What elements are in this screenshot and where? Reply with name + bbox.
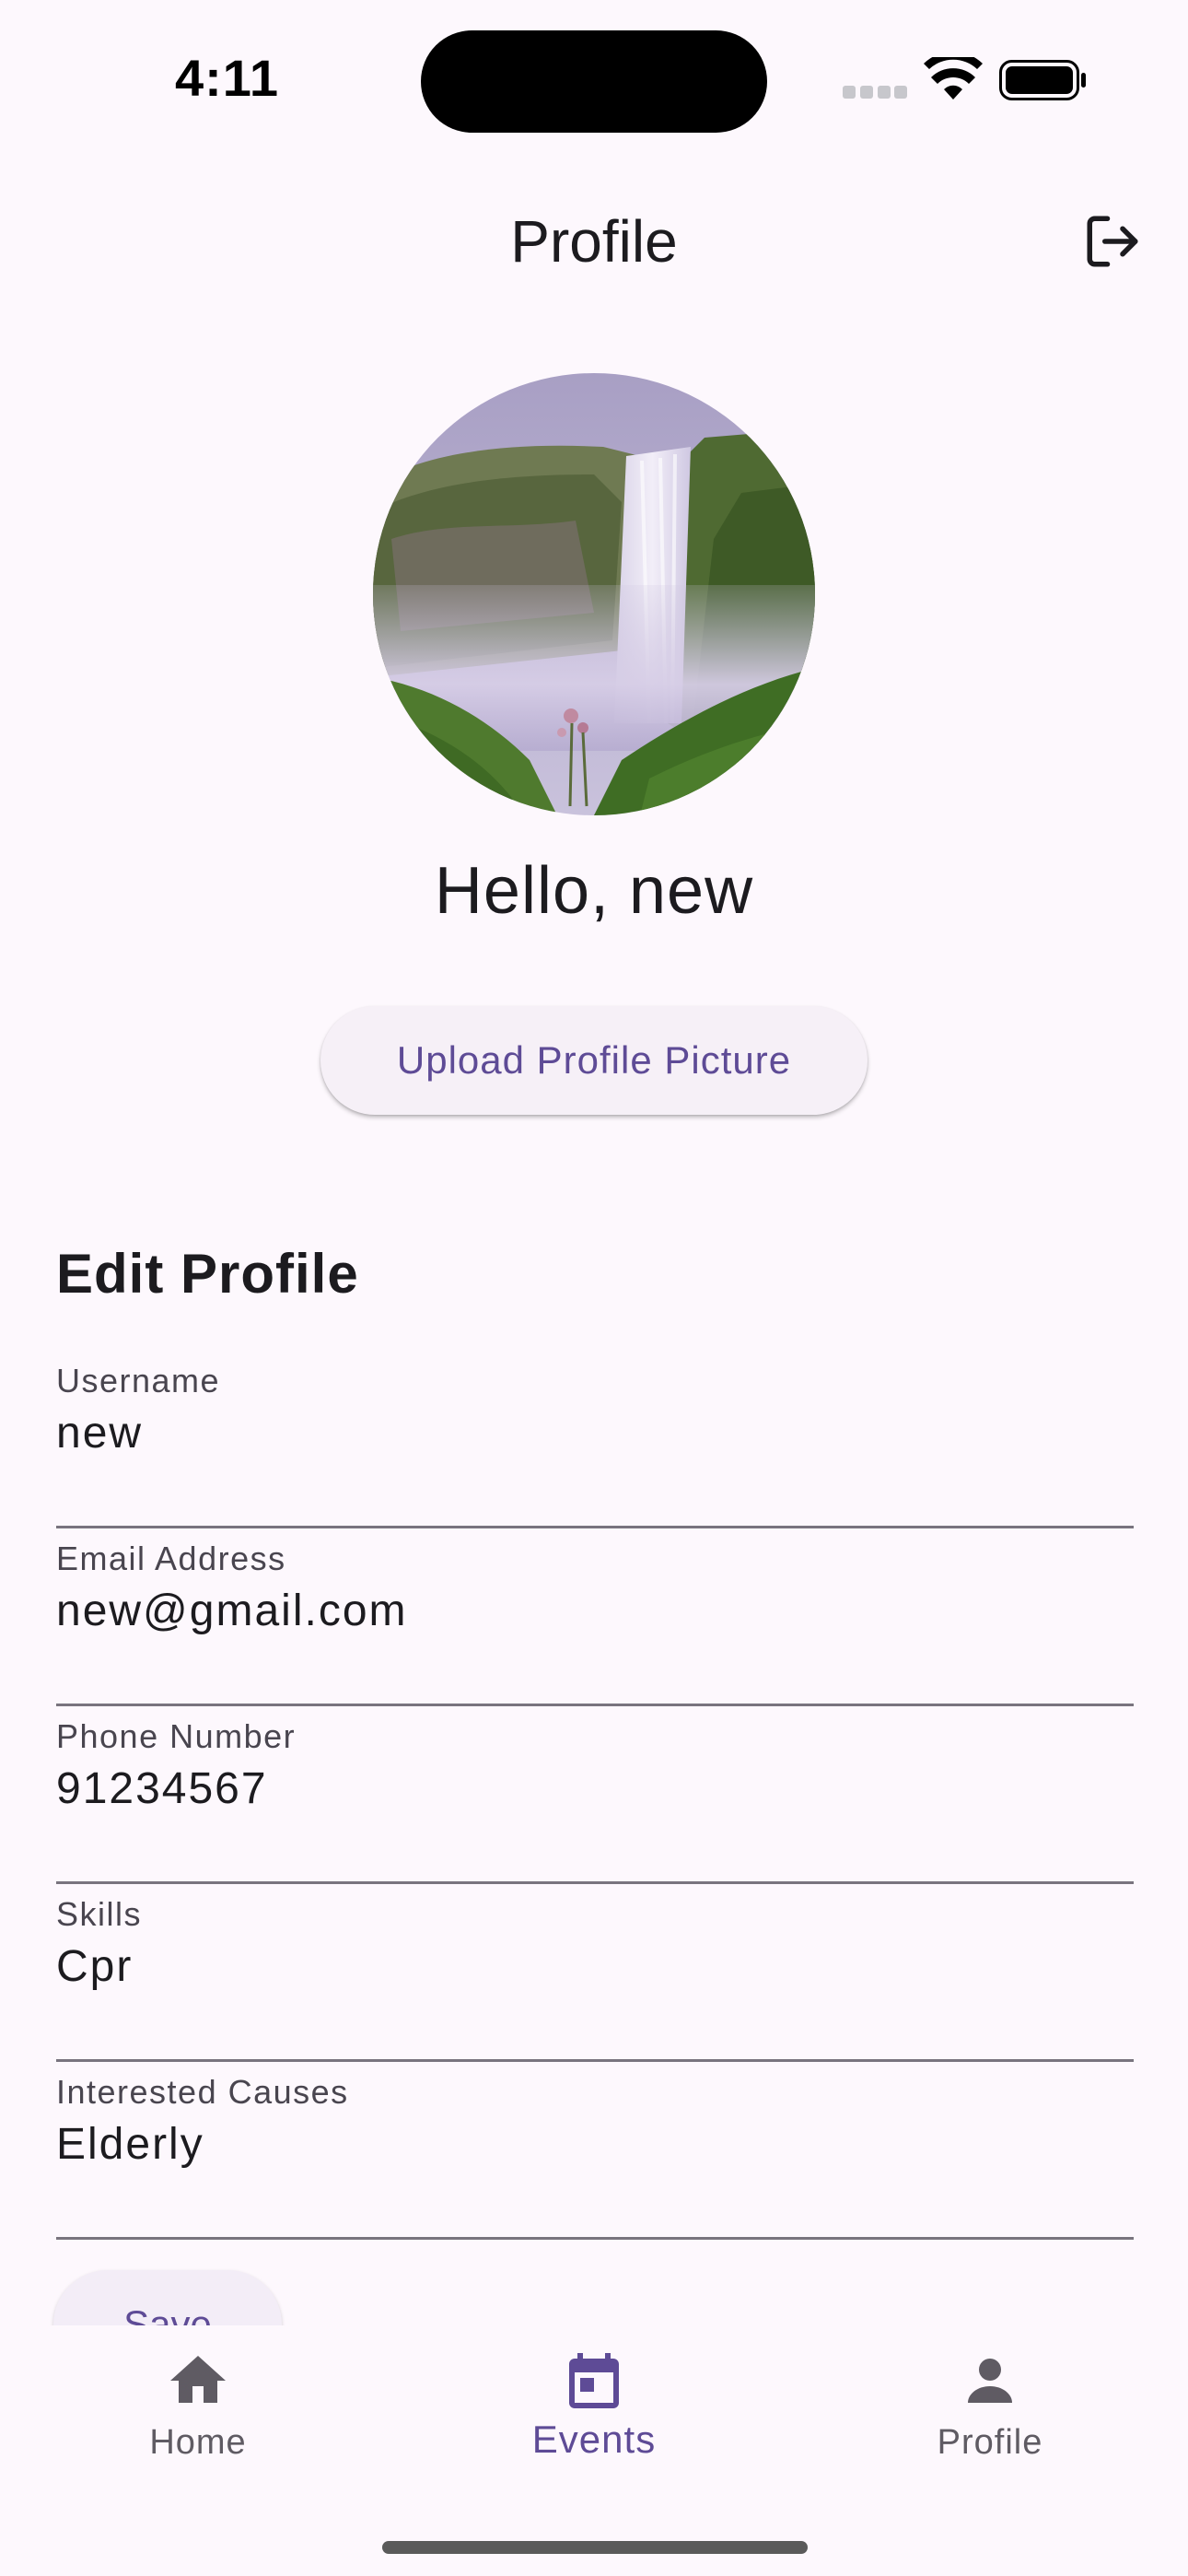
interested-causes-field[interactable]: Interested Causes Elderly — [56, 2060, 1134, 2240]
nav-item-home[interactable]: Home — [0, 2325, 396, 2500]
profile-screen: 4:11 Profile Hello, new Upload Profile P… — [0, 0, 1188, 2576]
status-bar: 4:11 — [0, 0, 1188, 157]
username-value[interactable]: new — [56, 1408, 143, 1458]
cellular-signal-icon — [843, 86, 907, 99]
nav-label-home: Home — [149, 2423, 247, 2462]
interested-causes-value[interactable]: Elderly — [56, 2119, 204, 2170]
person-icon — [968, 2359, 1012, 2403]
bottom-navigation-bar: Home Events Profile — [0, 2325, 1188, 2576]
skills-value[interactable]: Cpr — [56, 1941, 133, 1992]
dynamic-island — [421, 30, 767, 133]
email-value[interactable]: new@gmail.com — [56, 1586, 408, 1636]
app-bar: Profile — [0, 180, 1188, 304]
nav-item-events[interactable]: Events — [396, 2325, 792, 2500]
skills-field[interactable]: Skills Cpr — [56, 1882, 1134, 2062]
upload-profile-picture-button[interactable]: Upload Profile Picture — [320, 1006, 868, 1115]
calendar-icon — [569, 2353, 619, 2408]
phone-label: Phone Number — [56, 1717, 297, 1755]
email-field[interactable]: Email Address new@gmail.com — [56, 1527, 1134, 1706]
interested-causes-label: Interested Causes — [56, 2073, 349, 2111]
nav-label-events: Events — [531, 2418, 657, 2461]
nav-item-profile[interactable]: Profile — [792, 2325, 1188, 2500]
username-field[interactable]: Username new — [56, 1349, 1134, 1528]
phone-value[interactable]: 91234567 — [56, 1763, 268, 1814]
profile-avatar — [373, 373, 815, 815]
logout-button[interactable] — [1076, 205, 1149, 278]
status-time: 4:11 — [175, 49, 279, 107]
wifi-icon — [924, 57, 983, 100]
home-indicator[interactable] — [382, 2541, 808, 2554]
logout-icon — [1087, 216, 1138, 267]
phone-field[interactable]: Phone Number 91234567 — [56, 1704, 1134, 1884]
waterfall-photo — [373, 373, 815, 815]
username-label: Username — [56, 1362, 221, 1399]
page-title: Profile — [510, 208, 678, 275]
home-icon — [170, 2356, 226, 2403]
email-label: Email Address — [56, 1540, 286, 1577]
edit-profile-heading: Edit Profile — [56, 1243, 359, 1305]
skills-label: Skills — [56, 1895, 143, 1933]
battery-icon — [999, 60, 1086, 100]
greeting-text: Hello, new — [434, 854, 754, 928]
nav-label-profile: Profile — [937, 2423, 1043, 2462]
